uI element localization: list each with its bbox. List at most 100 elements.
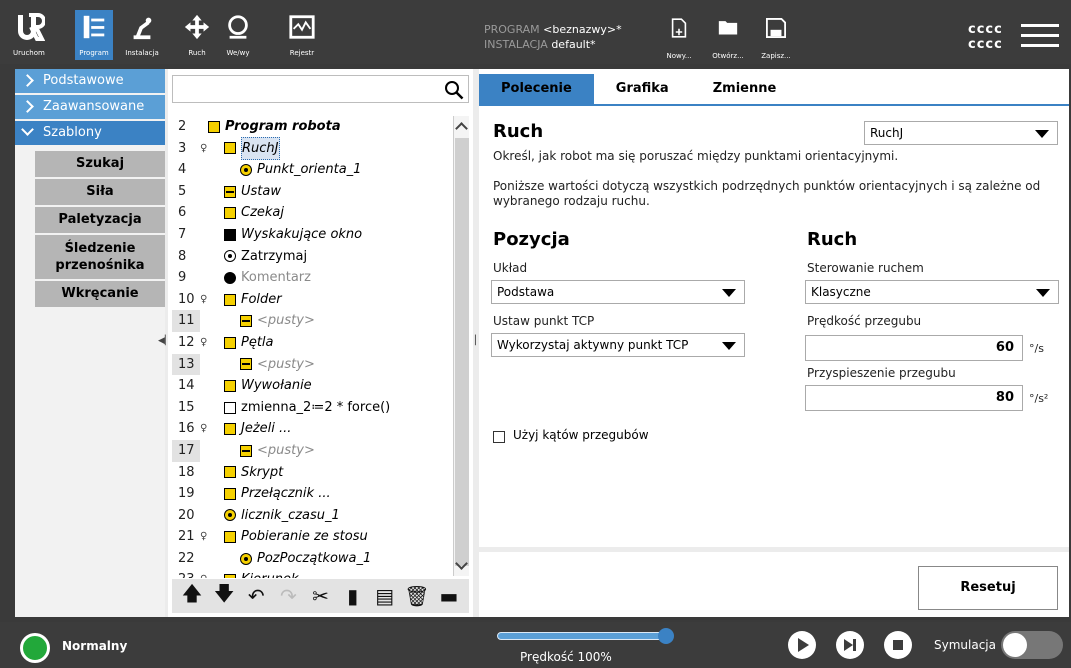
template-search[interactable]: Szukaj — [35, 151, 165, 177]
cut-icon[interactable]: ✂ — [308, 584, 332, 608]
chevron-right-icon — [21, 100, 34, 113]
joint-accel-label: Przyspieszenie przegubu — [807, 366, 956, 380]
frame-select[interactable]: Podstawa — [491, 280, 745, 304]
joint-accel-input[interactable]: 80 — [805, 385, 1023, 411]
tcp-value: Wykorzystaj aktywny punkt TCP — [497, 338, 689, 352]
assign-icon — [224, 401, 236, 414]
tree-row[interactable]: 4 Punkt_orienta_1 — [172, 159, 453, 181]
joint-angles-checkbox[interactable] — [493, 431, 505, 443]
tab-io[interactable]: We/wy — [219, 10, 257, 60]
tab-program-label: Program — [79, 49, 109, 57]
tab-move[interactable]: Ruch — [178, 10, 216, 60]
tree-row[interactable]: 3 ♀ RuchJ — [172, 136, 453, 161]
tree-row[interactable]: 23 ♀ Kierunek — [172, 569, 453, 578]
new-button-label: Nowy... — [666, 52, 692, 60]
nav-section-templates[interactable]: Szablony — [15, 121, 165, 145]
tree-node-label: Ustaw — [241, 183, 281, 199]
left-nav: Podstawowe Zaawansowane Szablony Szukaj … — [15, 69, 165, 617]
paste-icon[interactable]: ▤ — [373, 584, 397, 608]
tab-variables[interactable]: Zmienne — [691, 74, 799, 104]
tab-installation[interactable]: Instalacja — [123, 10, 161, 60]
breakpoint-pin-icon[interactable]: ♀ — [200, 138, 207, 160]
tree-row[interactable]: 12 ♀ Pętla — [172, 332, 453, 354]
program-info: PROGRAM <beznazwy>* INSTALACJA default* — [484, 22, 622, 52]
tree-scrollbar[interactable] — [453, 116, 469, 576]
breakpoint-pin-icon[interactable]: ♀ — [200, 289, 207, 311]
hamburger-menu-icon[interactable] — [1021, 24, 1059, 50]
move-icon — [224, 142, 236, 155]
nav-section-advanced[interactable]: Zaawansowane — [15, 95, 165, 119]
search-icon[interactable] — [444, 80, 464, 100]
play-button[interactable] — [788, 631, 816, 659]
motion-control-select[interactable]: Klasyczne — [805, 280, 1059, 304]
program-tree-panel: 2 Program robota 3 ♀ RuchJ 4 Punkt_orienta_1 5 U… — [168, 69, 473, 617]
undo-icon[interactable]: ↶ — [244, 584, 268, 608]
tree-row[interactable]: 7 Wyskakujące okno — [172, 224, 453, 246]
tab-command[interactable]: Polecenie — [479, 74, 594, 104]
tab-graphics[interactable]: Grafika — [594, 74, 691, 104]
tree-row[interactable]: 17 <pusty> — [172, 439, 453, 462]
speed-slider[interactable] — [497, 628, 674, 644]
tree-row[interactable]: 2 Program robota — [172, 116, 453, 138]
tree-row[interactable]: 11 <pusty> — [172, 310, 453, 332]
tree-row[interactable]: 13 <pusty> — [172, 353, 453, 376]
line-number: 6 — [178, 205, 187, 221]
copy-icon[interactable]: ▮ — [341, 584, 365, 608]
delete-icon[interactable]: 🗑 — [404, 584, 429, 608]
breakpoint-pin-icon[interactable]: ♀ — [200, 418, 207, 440]
reset-button[interactable]: Resetuj — [918, 566, 1058, 610]
motion-type-select[interactable]: RuchJ — [864, 121, 1058, 145]
step-button[interactable] — [836, 631, 864, 659]
scroll-up-icon[interactable] — [455, 122, 468, 135]
new-button[interactable]: Nowy... — [655, 18, 703, 62]
tab-program[interactable]: Program — [75, 10, 113, 60]
simulation-label: Symulacja — [934, 638, 996, 652]
nav-section-basic[interactable]: Podstawowe — [15, 69, 165, 93]
tree-row[interactable]: 19 Przełącznik ... — [172, 483, 453, 505]
tree-node-label: Komentarz — [241, 270, 311, 286]
joint-speed-input[interactable]: 60 — [805, 335, 1023, 361]
speed-slider-knob[interactable] — [658, 628, 674, 644]
speed-label: Prędkość 100% — [520, 650, 612, 664]
tree-row[interactable]: 9 Komentarz — [172, 267, 453, 289]
breakpoint-pin-icon[interactable]: ♀ — [200, 526, 207, 548]
scroll-thumb[interactable] — [455, 138, 469, 566]
tree-row[interactable]: 20 licznik_czasu_1 — [172, 505, 453, 527]
save-icon — [766, 18, 786, 38]
tree-row[interactable]: 18 Skrypt — [172, 462, 453, 484]
robot-status-icon[interactable] — [20, 633, 50, 663]
breakpoint-pin-icon[interactable]: ♀ — [200, 569, 207, 578]
tree-row[interactable]: 21 ♀ Pobieranie ze stosu — [172, 526, 453, 548]
tree-row[interactable]: 5 Ustaw — [172, 181, 453, 203]
open-button[interactable]: Otwórz... — [704, 18, 752, 62]
tree-row[interactable]: 10 ♀ Folder — [172, 289, 453, 311]
tree-node: RuchJ — [224, 136, 280, 161]
tree-row[interactable]: 22 PozPoczątkowa_1 — [172, 548, 453, 570]
tree-row[interactable]: 14 Wywołanie — [172, 375, 453, 397]
tree-node-label: Kierunek — [241, 569, 298, 578]
template-force[interactable]: Siła — [35, 179, 165, 205]
save-button[interactable]: Zapisz... — [752, 18, 800, 62]
template-conveyor-tracking[interactable]: Śledzenie przenośnika — [35, 235, 165, 279]
ur-logo-button[interactable]: Uruchom — [13, 10, 47, 60]
move-up-icon[interactable]: 🡅 — [180, 581, 204, 608]
tree-search-input[interactable] — [172, 75, 469, 103]
redo-icon[interactable]: ↷ — [276, 584, 300, 608]
tab-log[interactable]: Rejestr — [283, 10, 321, 60]
tree-node-label: Jeżeli ... — [241, 421, 292, 437]
tree-row[interactable]: 6 Czekaj — [172, 202, 453, 224]
tree-node: Skrypt — [224, 462, 283, 484]
tab-installation-label: Instalacja — [125, 49, 159, 57]
tcp-select[interactable]: Wykorzystaj aktywny punkt TCP — [491, 333, 745, 357]
template-palletizing[interactable]: Paletyzacja — [35, 207, 165, 233]
suppress-icon[interactable]: ▬ — [437, 584, 461, 608]
stop-button[interactable] — [884, 631, 912, 659]
tree-row[interactable]: 15 zmienna_2≔2 * force() — [172, 397, 453, 419]
move-down-icon[interactable]: 🡇 — [212, 581, 236, 608]
tree-row[interactable]: 16 ♀ Jeżeli ... — [172, 418, 453, 440]
simulation-toggle[interactable] — [1001, 631, 1063, 659]
tree-row[interactable]: 8 Zatrzymaj — [172, 246, 453, 268]
template-screwdriving[interactable]: Wkręcanie — [35, 281, 165, 307]
breakpoint-pin-icon[interactable]: ♀ — [200, 332, 207, 354]
tree-node: Pętla — [224, 332, 274, 354]
